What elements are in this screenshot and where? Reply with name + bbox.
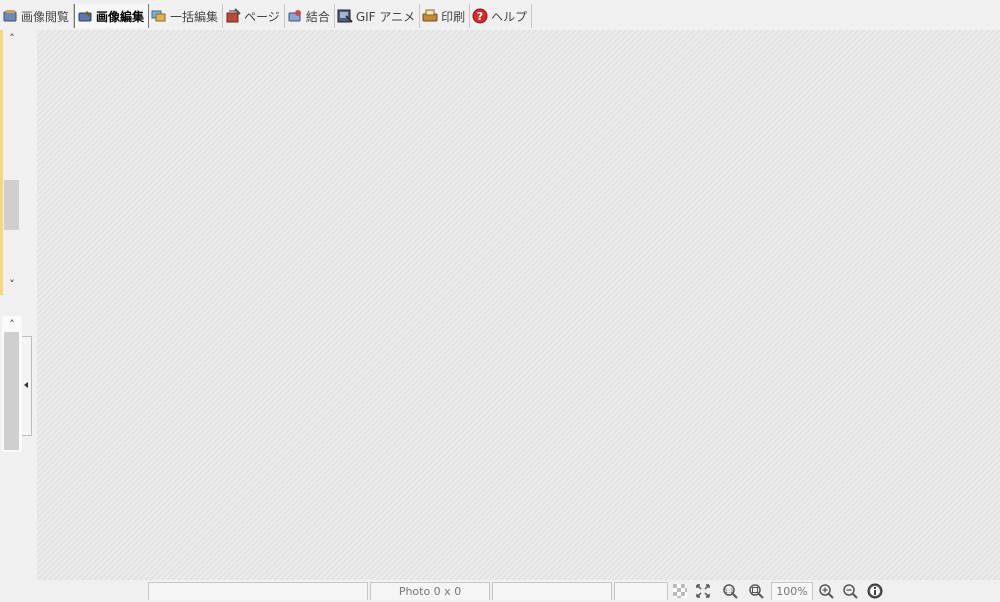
page-icon <box>225 8 241 24</box>
tab-combine[interactable]: 結合 <box>285 4 335 28</box>
gif-animation-icon <box>337 8 353 24</box>
tab-gif-animation[interactable]: GIF アニメ <box>335 4 421 28</box>
print-icon <box>422 8 438 24</box>
tab-label: ヘルプ <box>491 9 528 24</box>
image-edit-icon <box>77 8 93 24</box>
tab-label: 印刷 <box>441 9 466 24</box>
actual-size-icon[interactable]: 1:1 <box>722 583 738 599</box>
info-icon[interactable] <box>867 583 883 599</box>
tab-image-view[interactable]: 画像閲覧 <box>0 4 75 28</box>
tab-image-edit[interactable]: 画像編集 <box>74 4 150 28</box>
collapse-left-icon <box>24 382 28 388</box>
tab-label: ページ <box>244 9 280 24</box>
fit-to-window-icon[interactable] <box>695 583 711 599</box>
tab-label: GIF アニメ <box>355 9 416 24</box>
status-bar: Photo 0 x 0 1:1 100% <box>0 580 1000 600</box>
panel-scrollbar-thumb[interactable] <box>4 332 19 450</box>
tab-label: 画像閲覧 <box>21 9 70 24</box>
tab-help[interactable]: ? ヘルプ <box>470 4 533 28</box>
zoom-in-icon[interactable] <box>818 583 834 599</box>
scroll-down-button[interactable]: ˅ <box>5 278 19 292</box>
left-sidebar <box>0 30 36 580</box>
scrollbar-thumb[interactable] <box>4 180 19 230</box>
mode-tab-bar: 画像閲覧 画像編集 一括編集 ページ 結合 GIF アニメ 印刷 ? ヘルプ <box>0 0 1000 30</box>
tab-page[interactable]: ページ <box>223 4 285 28</box>
tab-label: 一括編集 <box>170 9 219 24</box>
svg-text:?: ? <box>477 10 483 23</box>
zoom-level-field[interactable]: 100% <box>771 582 813 600</box>
tab-label: 画像編集 <box>96 9 145 24</box>
tab-batch-edit[interactable]: 一括編集 <box>149 4 224 28</box>
tab-label: 結合 <box>305 9 330 24</box>
zoom-fit-icon[interactable] <box>748 583 764 599</box>
panel-scroll-up-button[interactable]: ˄ <box>5 318 19 332</box>
tab-print[interactable]: 印刷 <box>420 4 471 28</box>
sidebar-collapse-handle[interactable] <box>22 336 32 436</box>
status-info <box>492 582 612 600</box>
transparency-grid-icon[interactable] <box>672 583 688 599</box>
combine-icon <box>287 8 303 24</box>
zoom-out-icon[interactable] <box>842 583 858 599</box>
thumbnail-strip-edge <box>0 30 3 295</box>
image-canvas[interactable] <box>37 30 1000 580</box>
status-photo-size: Photo 0 x 0 <box>370 582 490 600</box>
status-extra <box>614 582 668 600</box>
image-view-icon <box>2 8 18 24</box>
svg-text:1:1: 1:1 <box>724 588 734 595</box>
help-icon: ? <box>472 8 488 24</box>
batch-edit-icon <box>151 8 167 24</box>
scroll-up-button[interactable]: ˄ <box>5 32 19 46</box>
status-filename <box>148 582 368 600</box>
